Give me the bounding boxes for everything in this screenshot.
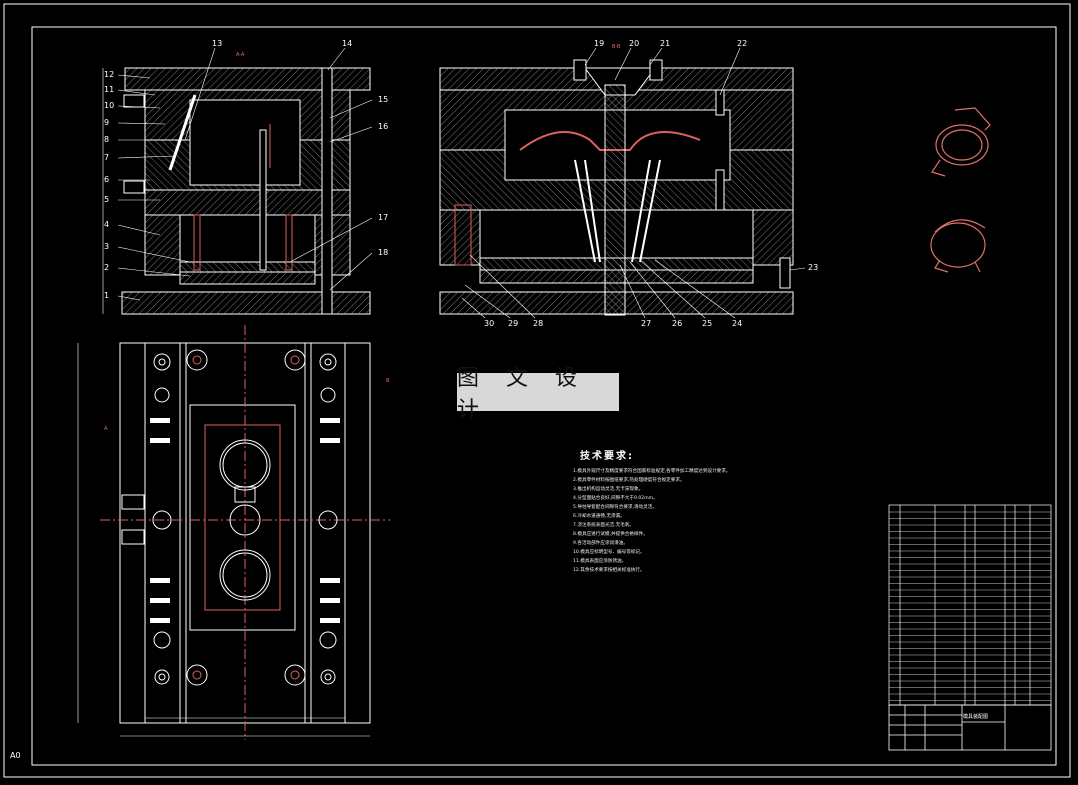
part-label-26: 26 bbox=[672, 319, 682, 328]
product-sketch-top bbox=[931, 107, 991, 177]
part-label-9: 9 bbox=[104, 118, 109, 127]
part-label-3: 3 bbox=[104, 242, 109, 251]
part-label-16: 16 bbox=[378, 122, 388, 131]
tech-note-5: 5.导柱导套配合间隙符合要求,滑动灵活。 bbox=[573, 505, 657, 510]
part-label-30: 30 bbox=[484, 319, 494, 328]
watermark-banner: 图 文 设 计 bbox=[457, 366, 619, 423]
tech-note-8: 8.模具应进行试模,并提供合格样件。 bbox=[573, 532, 648, 537]
part-label-17: 17 bbox=[378, 213, 388, 222]
title-block bbox=[888, 704, 1052, 751]
tech-requirements-list: 1.模具外观尺寸及精度要求符合国家标准规定,各零件加工精度达到设计要求。 2.模… bbox=[573, 467, 730, 575]
part-label-25: 25 bbox=[702, 319, 712, 328]
tech-note-10: 10.模具应标明型号、编号等标记。 bbox=[573, 550, 645, 555]
parts-list bbox=[888, 504, 1052, 706]
tech-note-2: 2.模具零件材料按图纸要求,热处理硬度符合规定要求。 bbox=[573, 478, 685, 483]
part-label-29: 29 bbox=[508, 319, 518, 328]
part-label-1: 1 bbox=[104, 291, 109, 300]
part-label-22: 22 bbox=[737, 39, 747, 48]
part-label-7: 7 bbox=[104, 153, 109, 162]
product-sketch-bottom bbox=[930, 219, 986, 273]
tech-note-1: 1.模具外观尺寸及精度要求符合国家标准规定,各零件加工精度达到设计要求。 bbox=[573, 469, 731, 474]
part-label-21: 21 bbox=[660, 39, 670, 48]
part-label-13: 13 bbox=[212, 39, 222, 48]
part-label-15: 15 bbox=[378, 95, 388, 104]
part-label-24: 24 bbox=[732, 319, 742, 328]
tech-note-9: 9.各活动部件应涂润滑油。 bbox=[573, 541, 628, 546]
tech-note-11: 11.模具表面应涂防锈油。 bbox=[573, 559, 627, 564]
part-label-6: 6 bbox=[104, 175, 109, 184]
parts-list-rows bbox=[889, 511, 1051, 701]
section-view-right bbox=[439, 59, 794, 316]
sheet-size-label: A0 bbox=[10, 751, 21, 760]
part-label-23: 23 bbox=[808, 263, 818, 272]
part-label-18: 18 bbox=[378, 248, 388, 257]
section-mark-bb: B-B bbox=[612, 44, 621, 50]
tech-note-7: 7.浇注系统表面光洁,无毛刺。 bbox=[573, 523, 634, 528]
part-label-27: 27 bbox=[641, 319, 651, 328]
part-label-20: 20 bbox=[629, 39, 639, 48]
tech-note-6: 6.冷却水道通畅,无渗漏。 bbox=[573, 514, 625, 519]
part-label-2: 2 bbox=[104, 263, 109, 272]
tech-note-3: 3.推出机构运动灵活,无卡滞现象。 bbox=[573, 487, 644, 492]
part-label-4: 4 bbox=[104, 220, 109, 229]
tech-note-4: 4.分型面贴合良好,间隙不大于0.02mm。 bbox=[573, 496, 658, 501]
title-block-name: 模具装配图 bbox=[963, 714, 989, 720]
plan-view bbox=[77, 325, 390, 740]
part-label-8: 8 bbox=[104, 135, 109, 144]
part-label-11: 11 bbox=[104, 85, 114, 94]
part-label-12: 12 bbox=[104, 70, 114, 79]
part-label-5: 5 bbox=[104, 195, 109, 204]
tech-note-12: 12.其余技术要求按相关标准执行。 bbox=[573, 568, 645, 573]
part-label-28: 28 bbox=[533, 319, 543, 328]
part-label-10: 10 bbox=[104, 101, 114, 110]
section-mark-aa: A-A bbox=[236, 52, 245, 58]
part-label-14: 14 bbox=[342, 39, 352, 48]
part-label-19: 19 bbox=[594, 39, 604, 48]
section-view-left bbox=[102, 67, 371, 315]
section-mark-a: A bbox=[104, 426, 108, 432]
tech-requirements-title: 技术要求: bbox=[580, 451, 634, 462]
section-mark-b: B bbox=[386, 378, 390, 384]
